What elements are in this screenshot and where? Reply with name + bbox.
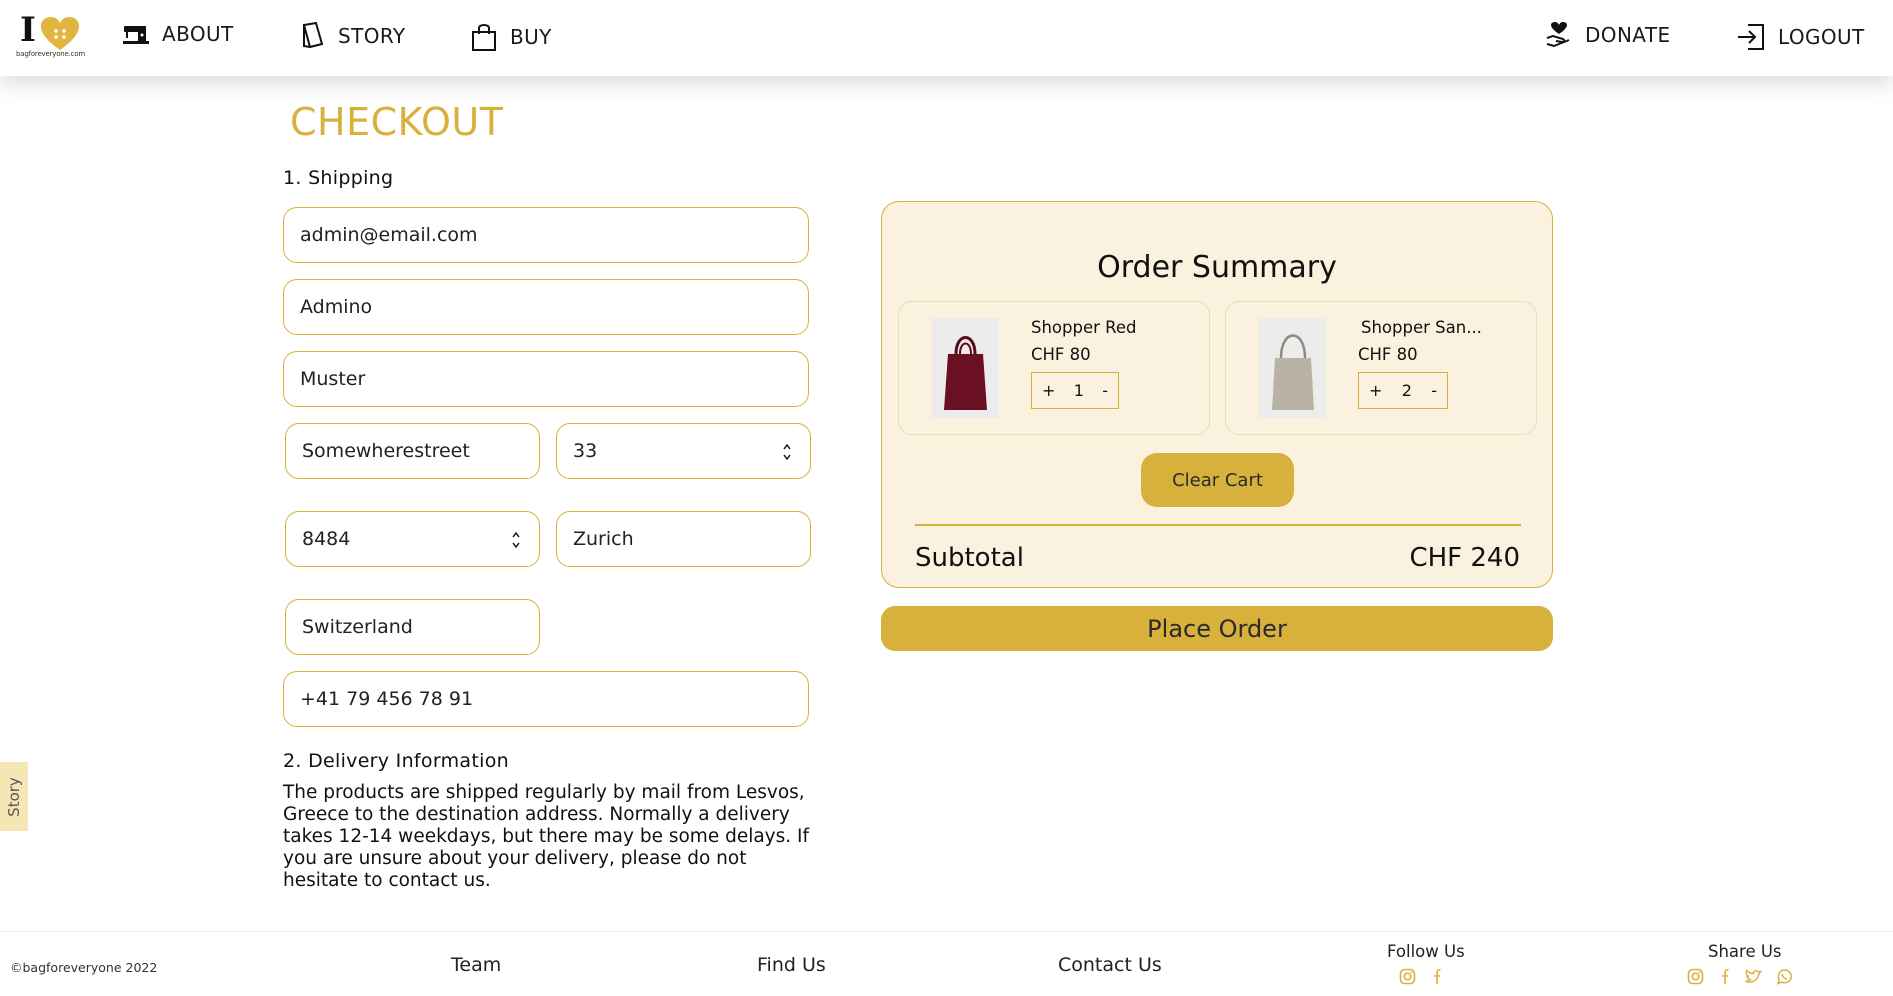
nav-about[interactable]: ABOUT — [122, 22, 234, 46]
copyright-text: ©bagforeveryone 2022 — [10, 960, 158, 975]
donate-hand-heart-icon — [1546, 22, 1570, 48]
last-name-field[interactable]: Muster — [283, 351, 809, 407]
decrease-quantity-button[interactable]: - — [1102, 381, 1108, 400]
instagram-icon[interactable] — [1399, 968, 1416, 985]
house-number-field[interactable]: 33 — [556, 423, 811, 479]
footer-link-team[interactable]: Team — [451, 954, 501, 976]
nav-story-label: STORY — [338, 24, 406, 48]
twitter-icon[interactable] — [1744, 968, 1762, 985]
cart-item: Shopper Red CHF 80 + 1 - — [898, 301, 1210, 435]
phone-field[interactable]: +41 79 456 78 91 — [283, 671, 809, 727]
item-price: CHF 80 — [1031, 345, 1091, 364]
logout-icon — [1738, 24, 1764, 50]
footer-link-find-us[interactable]: Find Us — [757, 954, 826, 976]
shipping-heading: 1. Shipping — [283, 167, 394, 189]
logo-letter: I — [20, 10, 36, 50]
page-title: CHECKOUT — [290, 100, 504, 144]
order-summary-title: Order Summary — [1097, 250, 1337, 285]
nav-about-label: ABOUT — [162, 22, 234, 46]
clear-cart-button[interactable]: Clear Cart — [1141, 453, 1294, 507]
story-side-tab[interactable]: Story — [0, 762, 28, 831]
nav-story[interactable]: STORY — [300, 22, 406, 50]
shopping-bag-icon — [472, 24, 496, 51]
number-spinner-icon[interactable] — [511, 529, 521, 551]
sewing-machine-icon — [123, 26, 149, 44]
nav-logout-label: LOGOUT — [1778, 25, 1865, 49]
footer: ©bagforeveryone 2022 Team Find Us Contac… — [0, 931, 1893, 996]
house-number-value: 33 — [573, 440, 598, 462]
product-image-shopper-sand — [1259, 318, 1326, 418]
cart-item: Shopper San... CHF 80 + 2 - — [1225, 301, 1537, 435]
delivery-heading: 2. Delivery Information — [283, 750, 509, 772]
whatsapp-icon[interactable] — [1776, 968, 1793, 985]
book-icon — [302, 22, 324, 49]
heart-icon — [41, 17, 79, 50]
delivery-text: The products are shipped regularly by ma… — [283, 782, 809, 891]
share-us-heading: Share Us — [1708, 942, 1782, 961]
quantity-stepper: + 1 - — [1031, 372, 1119, 409]
decrease-quantity-button[interactable]: - — [1431, 381, 1437, 400]
facebook-icon[interactable] — [1718, 968, 1730, 985]
increase-quantity-button[interactable]: + — [1369, 381, 1382, 400]
zip-field[interactable]: 8484 — [285, 511, 540, 567]
item-name: Shopper San... — [1361, 318, 1482, 337]
zip-value: 8484 — [302, 528, 351, 550]
story-side-tab-label: Story — [5, 776, 23, 817]
quantity-stepper: + 2 - — [1358, 372, 1448, 409]
share-icons — [1687, 968, 1793, 985]
first-name-field[interactable]: Admino — [283, 279, 809, 335]
summary-divider — [915, 524, 1521, 526]
footer-link-contact-us[interactable]: Contact Us — [1058, 954, 1162, 976]
quantity-value: 2 — [1401, 381, 1412, 400]
order-summary-panel: Order Summary Shopper Red CHF 80 + 1 - S… — [881, 201, 1553, 588]
top-navbar: I bagforeveryone.com ABOUT STORY BUY DON… — [0, 0, 1893, 76]
brand-logo[interactable]: I bagforeveryone.com — [16, 10, 85, 64]
place-order-button[interactable]: Place Order — [881, 606, 1553, 651]
email-field[interactable]: admin@email.com — [283, 207, 809, 263]
city-field[interactable]: Zurich — [556, 511, 811, 567]
follow-icons — [1399, 968, 1442, 985]
logo-caption: bagforeveryone.com — [16, 50, 86, 58]
number-spinner-icon[interactable] — [782, 441, 792, 463]
nav-buy-label: BUY — [510, 25, 552, 49]
nav-donate-label: DONATE — [1585, 23, 1671, 47]
item-name: Shopper Red — [1031, 318, 1137, 337]
product-image-shopper-red — [932, 318, 999, 418]
street-field[interactable]: Somewherestreet — [285, 423, 540, 479]
nav-donate[interactable]: DONATE — [1545, 22, 1671, 48]
nav-logout[interactable]: LOGOUT — [1736, 22, 1865, 52]
facebook-icon[interactable] — [1430, 968, 1442, 985]
follow-us-heading: Follow Us — [1387, 942, 1465, 961]
quantity-value: 1 — [1073, 381, 1084, 400]
instagram-icon[interactable] — [1687, 968, 1704, 985]
increase-quantity-button[interactable]: + — [1042, 381, 1055, 400]
nav-buy[interactable]: BUY — [470, 22, 552, 52]
subtotal-value: CHF 240 — [1409, 543, 1520, 573]
country-field[interactable]: Switzerland — [285, 599, 540, 655]
subtotal-label: Subtotal — [915, 543, 1024, 573]
item-price: CHF 80 — [1358, 345, 1418, 364]
